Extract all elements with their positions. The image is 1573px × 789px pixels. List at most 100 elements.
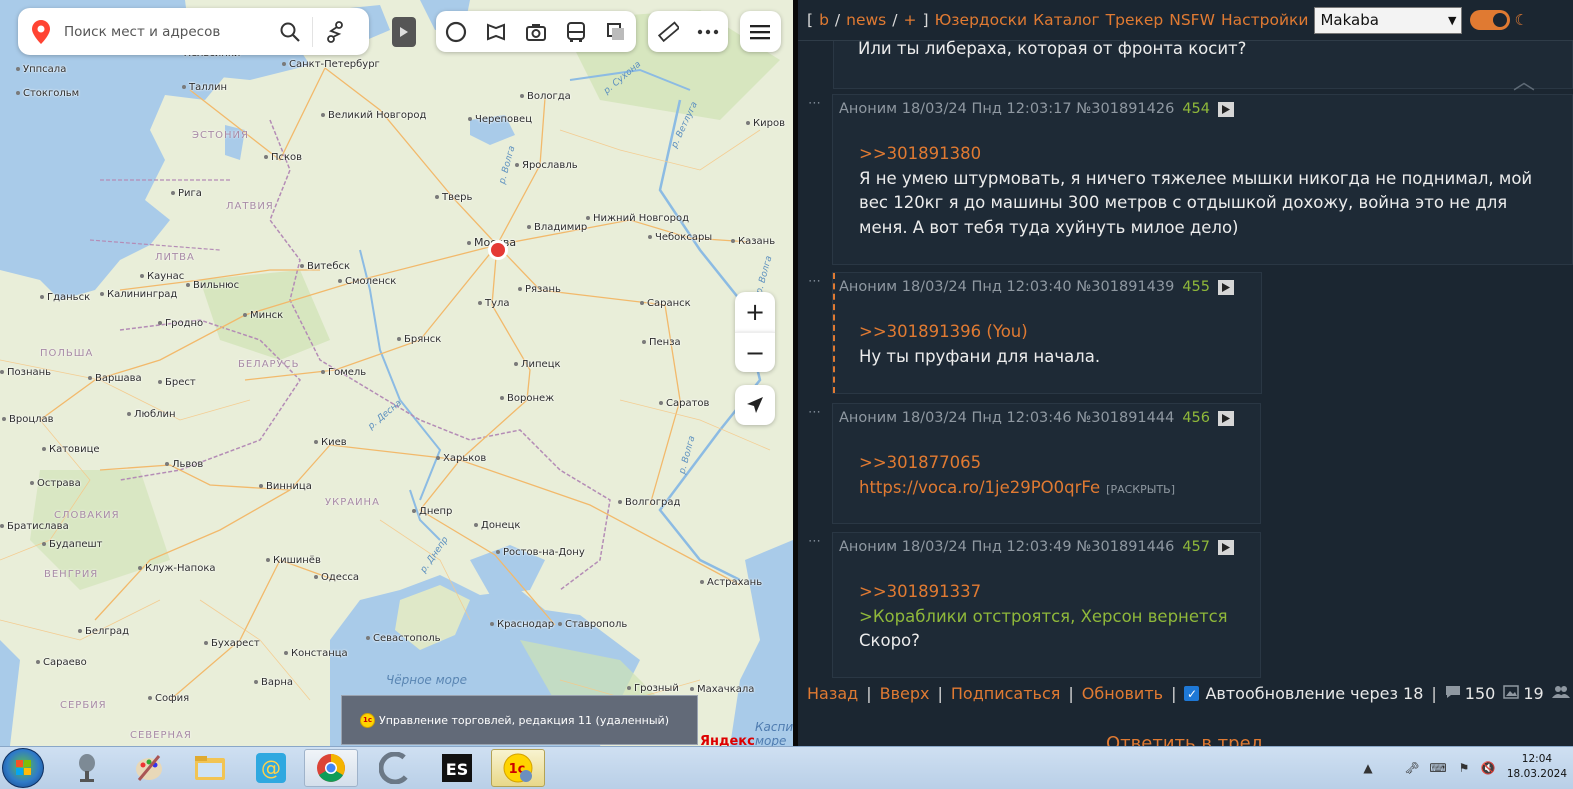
city-label: Днепр [412,506,452,517]
post-id-link[interactable]: №301891426 [1076,101,1174,117]
post-id-link[interactable]: №301891446 [1076,539,1174,555]
taskbar-app-chrome[interactable] [304,749,358,787]
layers-circle-icon[interactable] [436,11,476,52]
reply-link[interactable]: >>301891337 [859,580,1228,605]
nav-userboards[interactable]: Юзердоски [935,11,1028,29]
more-dots-icon[interactable] [688,11,728,52]
city-label: Астрахань [700,577,762,588]
board-link-b[interactable]: b [819,11,829,29]
post-menu-icon[interactable]: ⋯ [808,405,822,420]
taskbar: @ ES 1с ▲ 🗝 ⌨ ⚑ 🔇 12:04 18.03.2024 [0,746,1573,789]
post-date: 18/03/24 Пнд 12:03:46 [901,410,1072,426]
city-label: Владимир [527,222,587,233]
post-menu-icon[interactable]: ⋯ [808,274,822,289]
reply-link[interactable]: >>301891380 [859,142,1549,167]
tray-app-icon[interactable]: 🗝 [1404,760,1420,776]
zoom-out-button[interactable]: − [735,332,775,372]
nav-settings[interactable]: Настройки [1221,11,1309,29]
yandex-logo[interactable]: Яндекс [700,734,755,746]
camera-icon[interactable] [516,11,556,52]
es-logo-icon: ES [442,754,472,782]
transit-bus-icon[interactable] [556,11,596,52]
city-label: Псков [264,152,302,163]
taskbar-app-paint[interactable] [122,749,176,787]
reply-link[interactable]: >>301877065 [859,451,1175,476]
nav-nsfw[interactable]: NSFW [1169,11,1215,29]
country-label: ЭСТОНИЯ [192,130,249,141]
route-icon[interactable] [317,14,353,50]
post-fragment: Или ты либераха, которая от фронта косит… [833,39,1573,89]
map-search-input[interactable] [64,23,264,40]
microphone-icon [79,754,95,782]
post-menu-icon[interactable]: ⋯ [808,534,822,549]
post-expand-play-icon[interactable] [1218,101,1235,117]
post-expand-play-icon[interactable] [1218,410,1235,426]
post-text: Скоро? [859,631,920,650]
moon-icon: ☾ [1514,11,1528,29]
taskbar-app-ccleaner[interactable] [368,749,422,787]
location-marker-icon[interactable] [486,238,510,262]
city-label: Таллин [182,82,227,93]
expand-link[interactable]: [РАСКРЫТЬ] [1106,483,1175,496]
image-icon [1503,684,1520,703]
taskbar-app-1c[interactable]: 1с [491,749,545,787]
nav-catalog[interactable]: Каталог [1033,11,1100,29]
back-link[interactable]: Назад [807,684,858,703]
scroll-up-icon[interactable]: ︿ [1513,64,1535,96]
city-label: Саратов [659,398,709,409]
action-center-flag-icon[interactable]: ⚑ [1456,760,1472,776]
panorama-icon[interactable] [476,11,516,52]
reply-thread-link[interactable]: Ответить в тред [1106,733,1263,746]
volume-muted-icon[interactable]: 🔇 [1480,760,1496,776]
tray-show-hidden-icon[interactable]: ▲ [1360,760,1376,776]
post-id-link[interactable]: №301891439 [1076,279,1174,295]
layers-stack-icon[interactable] [596,11,636,52]
city-label: Ростов-на-Дону [496,547,585,558]
post-author: Аноним [839,410,898,426]
geolocation-button[interactable] [735,385,775,425]
ruler-icon[interactable] [648,11,688,52]
reply-link[interactable]: >>301891396 (You) [859,320,1100,345]
theme-toggle[interactable] [1470,10,1511,30]
subscribe-link[interactable]: Подписаться [951,684,1061,703]
search-icon[interactable] [272,14,308,50]
map-search-bar [18,8,369,55]
zoom-in-button[interactable]: + [735,292,775,332]
country-label: ВЕНГРИЯ [44,569,99,580]
comment-icon [1445,685,1461,703]
board-link-plus[interactable]: + [904,11,917,29]
tooltip-text: Управление торговлей, редакция 11 (удале… [379,713,669,727]
taskbar-app-mail[interactable]: @ [244,749,298,787]
map-pane[interactable]: Хельсинки Санкт-Петербург Уппсала Стокго… [0,0,793,746]
clock-time: 12:04 [1521,753,1553,765]
city-label: Великий Новгород [321,110,426,121]
post-author: Аноним [839,101,898,117]
external-link[interactable]: https://voca.ro/1je29PO0qrFe [859,478,1100,497]
hamburger-menu-icon[interactable] [740,11,780,52]
start-button-windows-icon[interactable] [2,748,44,788]
city-label: Саранск [640,298,691,309]
city-label: Брест [158,377,196,388]
taskbar-app-es[interactable]: ES [430,749,484,787]
post-date: 18/03/24 Пнд 12:03:17 [901,101,1072,117]
tray-keyboard-icon[interactable]: ⌨ [1429,760,1446,776]
post: Аноним 18/03/24 Пнд 12:03:49 №301891446 … [832,532,1261,678]
autoupdate-checkbox[interactable]: ✓ [1184,686,1200,701]
post-header: Аноним 18/03/24 Пнд 12:03:46 №301891444 … [839,410,1235,426]
refresh-link[interactable]: Обновить [1082,684,1163,703]
nav-tracker[interactable]: Трекер [1106,11,1164,29]
taskbar-app-explorer[interactable] [183,749,237,787]
post-body: >>301877065 https://voca.ro/1je29PO0qrFe… [859,451,1175,502]
post-expand-play-icon[interactable] [1218,279,1235,295]
up-link[interactable]: Вверх [880,684,930,703]
style-select[interactable]: Makaba ▼ [1314,6,1463,34]
panel-toggle-button[interactable] [392,17,416,47]
board-link-news[interactable]: news [846,11,886,29]
post-expand-play-icon[interactable] [1218,539,1235,555]
post-author: Аноним [839,539,898,555]
tray-clock[interactable]: 12:04 18.03.2024 [1507,752,1567,782]
taskbar-app-speaker[interactable] [60,749,114,787]
post-id-link[interactable]: №301891444 [1076,410,1174,426]
post-menu-icon[interactable]: ⋯ [808,96,822,111]
country-label: СЛОВАКИЯ [54,510,120,521]
